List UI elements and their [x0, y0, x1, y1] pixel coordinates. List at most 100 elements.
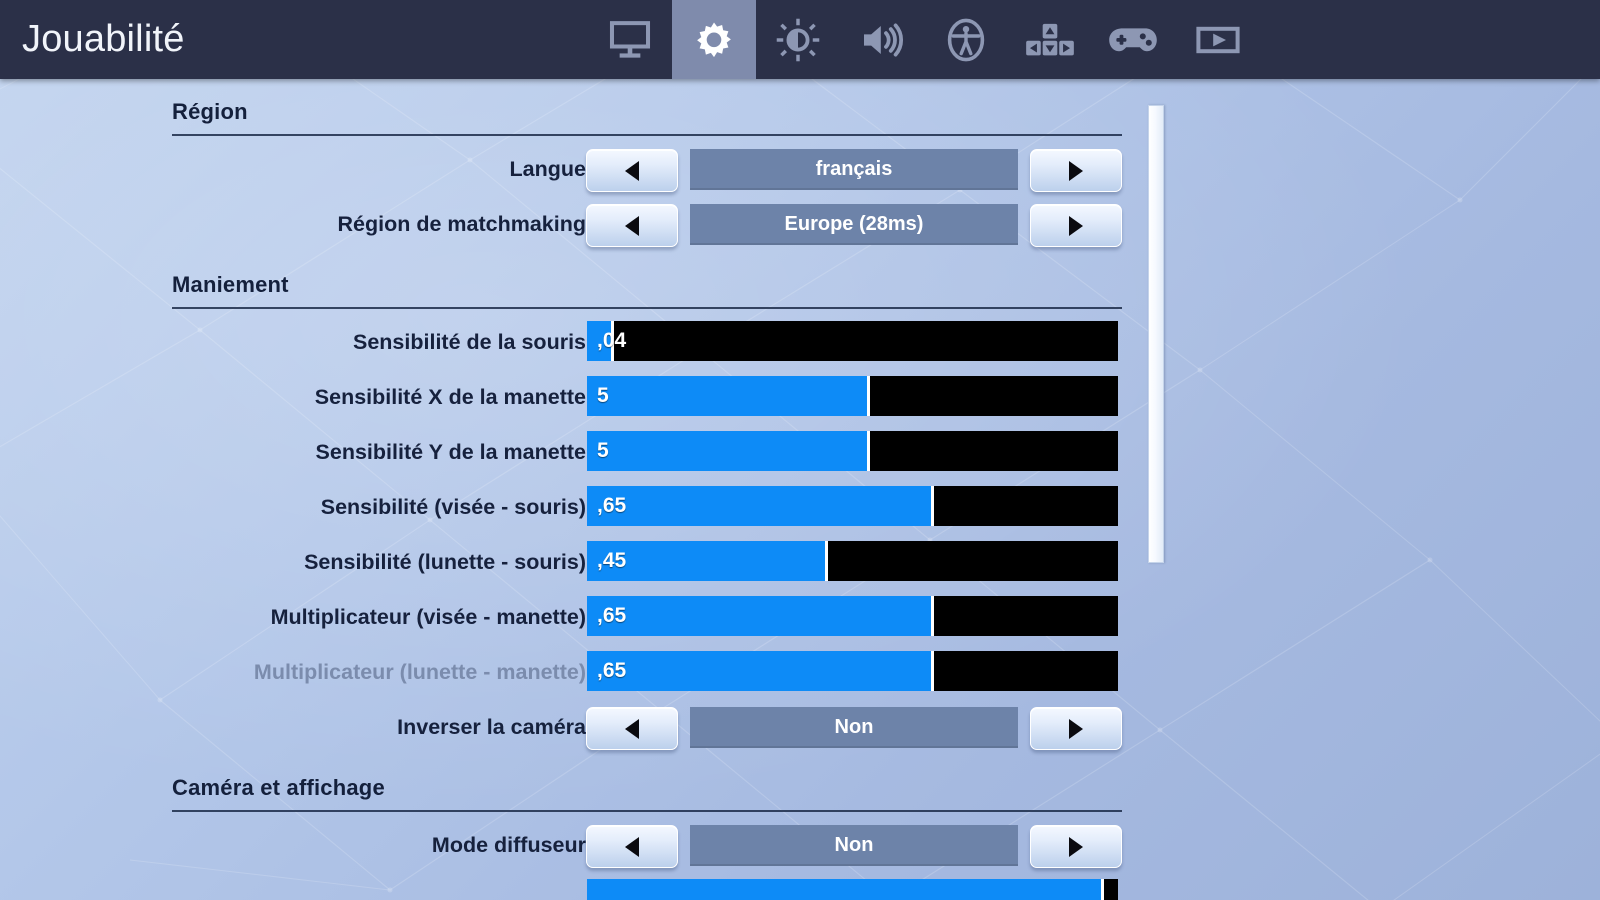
speaker-icon [864, 23, 903, 56]
setting-label-clip: Mode diffuseur [0, 818, 586, 873]
monitor-icon [609, 20, 651, 58]
slider-sensibilite-x-manette[interactable]: 5 [587, 376, 1118, 416]
slider-handle[interactable] [931, 651, 935, 691]
combo-value-region-matchmaking[interactable]: Europe (28ms) [690, 204, 1018, 245]
tab-keybinds[interactable] [1008, 0, 1092, 79]
setting-label-sensibilite-y-manette: Sensibilité Y de la manette [315, 440, 586, 464]
prev-arrow-button-mode-diffuseur[interactable] [586, 825, 678, 868]
page-title: Jouabilité [22, 18, 185, 60]
settings-content: Région Langue français Région de matchmakin… [0, 79, 1600, 900]
chevron-left-icon [625, 215, 639, 236]
chevron-right-icon [1069, 160, 1083, 181]
chevron-right-icon [1069, 215, 1083, 236]
slider-value-multiplicateur-visee-manette: ,65 [597, 604, 627, 627]
combo-value-inverser-camera[interactable]: Non [690, 707, 1018, 748]
slider-fill [587, 431, 869, 471]
combo-mode-diffuseur: Non [586, 825, 1122, 868]
settings-tab-bar [588, 0, 1260, 79]
setting-label-clip: Langue [0, 142, 586, 197]
next-arrow-button-region-matchmaking[interactable] [1030, 204, 1122, 247]
tab-controller[interactable] [1092, 0, 1176, 79]
slider-sensibilite-souris[interactable]: ,04 [587, 321, 1118, 361]
slider-fill [587, 376, 869, 416]
keybinds-icon [1026, 23, 1074, 55]
chevron-left-icon [625, 836, 639, 857]
slider-handle[interactable] [1101, 879, 1105, 900]
slider-sensibilite-visee-souris[interactable]: ,65 [587, 486, 1118, 526]
combo-region-matchmaking: Europe (28ms) [586, 204, 1122, 247]
setting-label-clip: Multiplicateur (visée - manette) [0, 590, 586, 645]
prev-arrow-button-inverser-camera[interactable] [586, 707, 678, 750]
setting-row-langue: Langue français [172, 142, 1122, 197]
setting-label-clip: Région de matchmaking [0, 197, 587, 252]
combo-inverser-camera: Non [586, 707, 1122, 750]
prev-arrow-button-region-matchmaking[interactable] [586, 204, 678, 247]
setting-label-multiplicateur-visee-manette: Multiplicateur (visée - manette) [270, 605, 586, 629]
chevron-left-icon [625, 718, 639, 739]
setting-row-multiplicateur-lunette-manette: Multiplicateur (lunette - manette) ,65 [172, 645, 1122, 700]
next-arrow-button-langue[interactable] [1030, 149, 1122, 192]
slider-handle[interactable] [824, 541, 828, 581]
combo-value-langue[interactable]: français [690, 149, 1018, 190]
chevron-right-icon [1069, 718, 1083, 739]
setting-label-sensibilite-visee-souris: Sensibilité (visée - souris) [320, 495, 586, 519]
slider-value-sensibilite-souris: ,04 [597, 329, 627, 352]
slider-handle[interactable] [867, 376, 871, 416]
chevron-right-icon [1069, 836, 1083, 857]
brightness-icon [776, 18, 820, 61]
setting-label-clip: Sensibilité (visée - souris) [0, 480, 586, 535]
setting-label-multiplicateur-lunette-manette: Multiplicateur (lunette - manette) [253, 660, 586, 684]
slider-value-sensibilite-visee-souris: ,65 [597, 494, 627, 517]
combo-langue: français [586, 149, 1122, 192]
slider-handle[interactable] [931, 596, 935, 636]
setting-label-clip: Sensibilité de la souris [0, 315, 586, 370]
settings-screen: Jouabilité Région Langue français Région… [0, 0, 1600, 900]
tab-audio[interactable] [840, 0, 924, 79]
tab-accessibility[interactable] [924, 0, 1008, 79]
setting-label-clip: Inverser la caméra [0, 700, 586, 755]
chevron-left-icon [625, 160, 639, 181]
controller-icon [1109, 27, 1157, 51]
slider-fill [587, 879, 1103, 900]
top-header-bar: Jouabilité [0, 0, 1600, 79]
slider-value-multiplicateur-lunette-manette: ,65 [597, 659, 627, 682]
slider-value-sensibilite-y-manette: 5 [597, 439, 609, 462]
setting-row-inverser-camera: Inverser la caméra Non [172, 700, 1122, 755]
combo-value-mode-diffuseur[interactable]: Non [690, 825, 1018, 866]
section-heading-maniement: Maniement [172, 272, 289, 297]
slider-handle[interactable] [931, 486, 935, 526]
vertical-scrollbar[interactable] [1148, 105, 1164, 563]
next-arrow-button-mode-diffuseur[interactable] [1030, 825, 1122, 868]
slider-multiplicateur-lunette-manette[interactable]: ,65 [587, 651, 1118, 691]
tab-display[interactable] [588, 0, 672, 79]
replay-icon [1196, 26, 1240, 53]
setting-label-inverser-camera: Inverser la caméra [397, 715, 586, 739]
setting-label-langue: Langue [509, 157, 586, 181]
setting-row-region-matchmaking: Région de matchmaking Europe (28ms) [172, 197, 1122, 252]
slider-partial-slider-below[interactable] [587, 879, 1118, 900]
tab-gameplay[interactable] [672, 0, 756, 79]
slider-fill [587, 486, 933, 526]
tab-brightness[interactable] [756, 0, 840, 79]
section-divider [172, 810, 1122, 812]
setting-row-sensibilite-lunette-souris: Sensibilité (lunette - souris) ,45 [172, 535, 1122, 590]
settings-rows: Région Langue français Région de matchmakin… [172, 79, 1122, 900]
gear-icon [697, 22, 731, 57]
slider-fill [587, 651, 933, 691]
slider-handle[interactable] [867, 431, 871, 471]
next-arrow-button-inverser-camera[interactable] [1030, 707, 1122, 750]
slider-sensibilite-y-manette[interactable]: 5 [587, 431, 1118, 471]
section-divider [172, 134, 1122, 136]
setting-row-sensibilite-souris: Sensibilité de la souris ,04 [172, 315, 1122, 370]
slider-fill [587, 596, 933, 636]
prev-arrow-button-langue[interactable] [586, 149, 678, 192]
slider-sensibilite-lunette-souris[interactable]: ,45 [587, 541, 1118, 581]
section-divider [172, 307, 1122, 309]
setting-row-multiplicateur-visee-manette: Multiplicateur (visée - manette) ,65 [172, 590, 1122, 645]
slider-multiplicateur-visee-manette[interactable]: ,65 [587, 596, 1118, 636]
tab-replay[interactable] [1176, 0, 1260, 79]
setting-label-region-matchmaking: Région de matchmaking [337, 212, 587, 236]
setting-label-sensibilite-x-manette: Sensibilité X de la manette [314, 385, 586, 409]
setting-row-sensibilite-y-manette: Sensibilité Y de la manette 5 [172, 425, 1122, 480]
setting-label-mode-diffuseur: Mode diffuseur [431, 833, 586, 857]
